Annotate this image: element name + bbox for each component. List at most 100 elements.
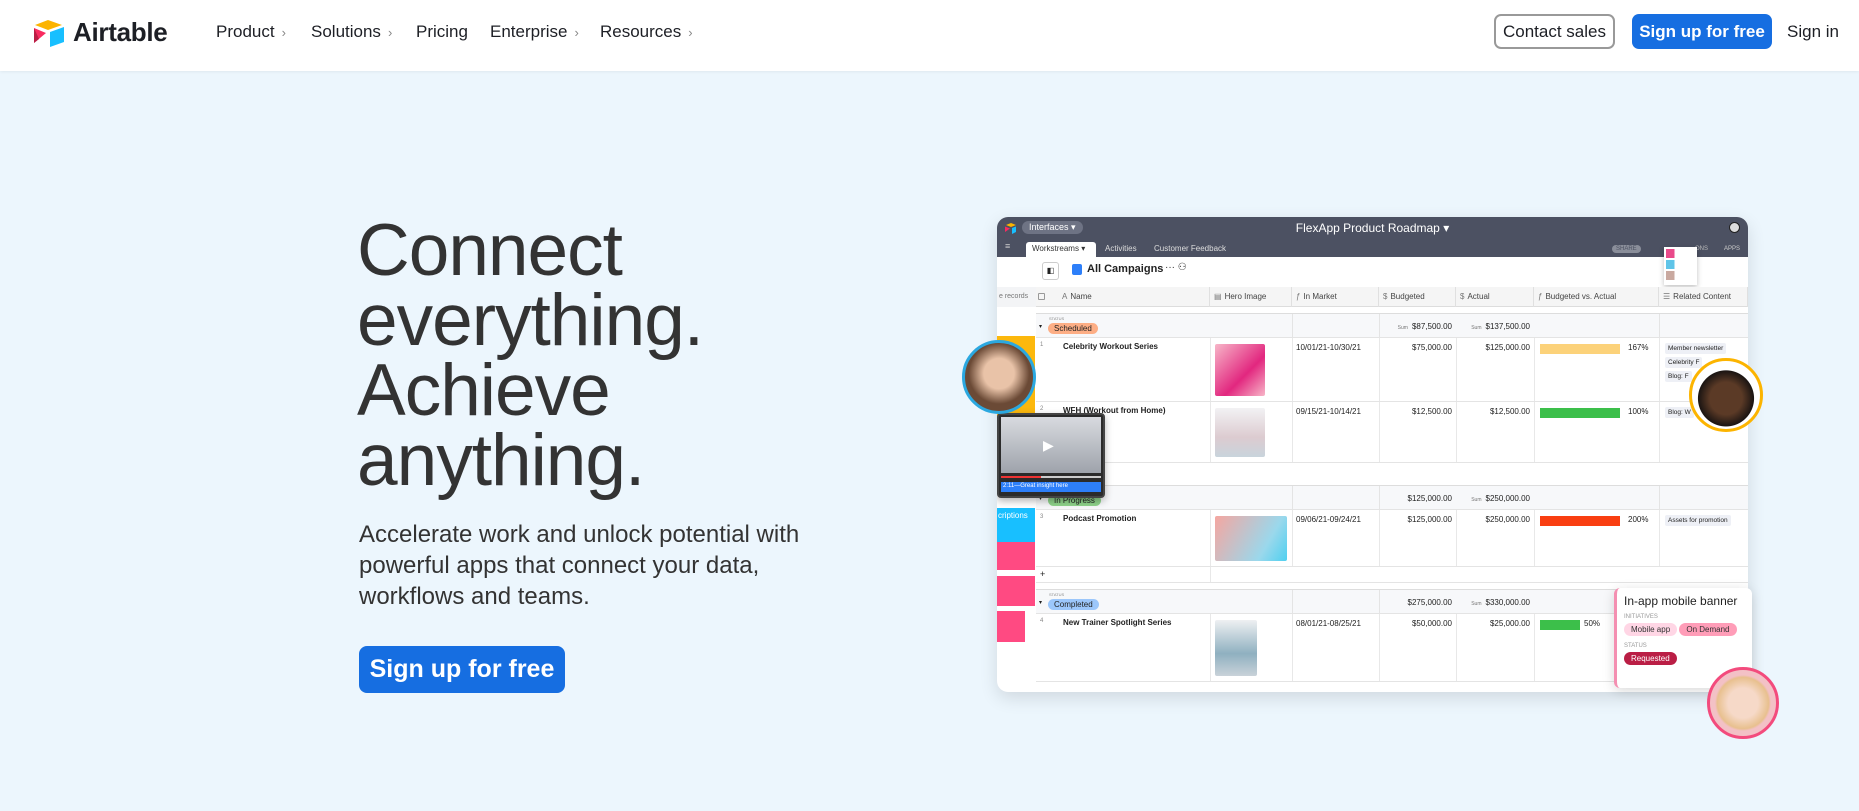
collapse-icon[interactable]: ▾ <box>1039 323 1042 330</box>
sum-label: Sum <box>1471 601 1482 607</box>
nav-label: Resources <box>600 22 682 41</box>
actual-value: $125,000.00 <box>1485 343 1531 352</box>
row-number: 4 <box>1040 618 1044 624</box>
hero-image-thumbnail[interactable] <box>1215 516 1287 561</box>
cell-divider <box>1292 510 1293 566</box>
video-progress[interactable] <box>1001 476 1101 478</box>
nav-resources[interactable]: Resources › <box>600 22 693 42</box>
in-market-value: 09/06/21-09/24/21 <box>1296 515 1361 524</box>
nav-enterprise[interactable]: Enterprise › <box>490 22 579 42</box>
video-popup[interactable]: ▶ 2:11—Great insight here <box>997 413 1105 498</box>
budget-progress-bar <box>1540 516 1620 526</box>
hero-image-thumbnail[interactable] <box>1215 408 1265 457</box>
select-all-checkbox[interactable] <box>1038 293 1045 300</box>
group-header[interactable]: ▾STATUSIn Progress$125,000.00Sum$250,000… <box>1036 485 1748 510</box>
headline-line: everything. <box>357 280 704 361</box>
budget-progress-bar <box>1540 344 1620 354</box>
initiative-tag: Mobile app <box>1624 623 1678 636</box>
table-row[interactable]: 2 WFH (Workout from Home) 09/15/21-10/14/2… <box>1036 402 1748 463</box>
budgeted-value: $125,000.00 <box>1407 515 1453 524</box>
nav-label: Solutions <box>311 22 381 41</box>
sum-value: $137,500.00 <box>1485 322 1531 331</box>
contact-sales-button[interactable]: Contact sales <box>1494 14 1615 49</box>
column-label: Budgeted vs. Actual <box>1545 292 1617 301</box>
related-content-tag[interactable]: Assets for promotion <box>1665 515 1731 526</box>
status-badge: Scheduled <box>1048 323 1098 334</box>
column-header-budgeted[interactable]: $ Budgeted <box>1379 287 1456 307</box>
hero-image-thumbnail[interactable] <box>1215 620 1257 676</box>
column-header-budgeted-vs-actual[interactable]: ƒ Budgeted vs. Actual <box>1534 287 1659 307</box>
record-name[interactable]: Celebrity Workout Series <box>1063 342 1158 351</box>
in-market-value: 08/01/21-08/25/21 <box>1296 619 1361 628</box>
brand-name: Airtable <box>73 17 168 47</box>
add-icon[interactable]: + <box>1040 569 1045 579</box>
column-header-hero-image[interactable]: ▤ Hero Image <box>1210 287 1292 307</box>
table-row[interactable]: 3 Podcast Promotion 09/06/21-09/24/21 $125,… <box>1036 510 1748 567</box>
formula-icon: ƒ <box>1296 292 1301 301</box>
chevron-right-icon: › <box>387 24 393 40</box>
budget-sum: $275,000.00 <box>1379 598 1453 607</box>
add-record-row[interactable]: + <box>1036 567 1748 583</box>
chevron-right-icon: › <box>688 24 693 40</box>
cell-divider <box>1210 567 1211 582</box>
sum-value: $330,000.00 <box>1485 598 1531 607</box>
column-label: In Market <box>1303 292 1337 301</box>
text-icon: A <box>1062 292 1068 301</box>
status-badge: Completed <box>1048 599 1099 610</box>
hero-signup-button[interactable]: Sign up for free <box>359 646 565 693</box>
nav-signup-button[interactable]: Sign up for free <box>1632 14 1772 49</box>
related-content-tag[interactable]: Blog: F <box>1665 371 1692 382</box>
table-row[interactable]: 1 Celebrity Workout Series 10/01/21-10/30/… <box>1036 338 1748 402</box>
record-name[interactable]: Podcast Promotion <box>1063 514 1136 523</box>
record-name[interactable]: New Trainer Spotlight Series <box>1063 618 1171 627</box>
column-label: Hero Image <box>1224 292 1267 301</box>
top-nav: Airtable Product › Solutions › Pricing Ent… <box>0 0 1859 71</box>
column-header-actual[interactable]: $ Actual <box>1456 287 1534 307</box>
row-number: 2 <box>1040 406 1044 412</box>
cell-divider <box>1292 338 1293 401</box>
actual-sum: Sum $330,000.00 <box>1456 598 1530 607</box>
nav-product[interactable]: Product › <box>216 22 286 42</box>
column-label: Name <box>1070 292 1092 301</box>
actual-value: $12,500.00 <box>1489 407 1530 416</box>
column-header-in-market[interactable]: ƒ In Market <box>1292 287 1379 307</box>
sum-value: $275,000.00 <box>1407 598 1453 607</box>
nav-solutions[interactable]: Solutions › <box>311 22 392 42</box>
column-header-name[interactable]: A Name <box>1058 287 1210 307</box>
related-content-tag[interactable]: Blog: W <box>1665 407 1694 418</box>
collapse-icon[interactable]: ▾ <box>1039 599 1042 606</box>
related-content-tag[interactable]: Member newsletter <box>1665 343 1727 354</box>
play-icon[interactable]: ▶ <box>1043 437 1054 454</box>
headline-line: anything. <box>357 420 645 501</box>
cell-divider <box>1659 510 1660 566</box>
cell-divider <box>1210 510 1211 566</box>
cell-divider <box>1659 338 1660 401</box>
column-label: Related Content <box>1673 292 1731 301</box>
cell-divider <box>1210 402 1211 462</box>
related-content-tag[interactable]: Celebrity F <box>1665 357 1703 368</box>
currency-icon: $ <box>1460 292 1465 301</box>
popup-title: In-app mobile banner <box>1624 594 1738 608</box>
budget-percent: 167% <box>1628 343 1649 352</box>
currency-icon: $ <box>1383 292 1388 301</box>
in-market-value: 10/01/21-10/30/21 <box>1296 343 1361 352</box>
cell-divider <box>1292 402 1293 462</box>
cell-divider <box>1292 314 1293 337</box>
in-market-value: 09/15/21-10/14/21 <box>1296 407 1361 416</box>
budget-sum: Sum $87,500.00 <box>1379 322 1452 331</box>
cell-divider <box>1292 590 1293 613</box>
initiative-tag: On Demand <box>1679 623 1737 636</box>
cell-divider <box>1659 314 1660 337</box>
actual-sum: Sum $137,500.00 <box>1456 322 1530 331</box>
actual-value: $250,000.00 <box>1485 515 1531 524</box>
row-number: 1 <box>1040 342 1044 348</box>
formula-icon: ƒ <box>1538 292 1543 301</box>
cell-divider <box>1534 614 1535 681</box>
column-header-related-content[interactable]: ☰ Related Content <box>1659 287 1748 307</box>
signin-link[interactable]: Sign in <box>1787 22 1839 42</box>
group-header[interactable]: ▾ STATUS Scheduled Sum $87,500.00 Sum $137,500… <box>1036 313 1748 338</box>
hero-image-thumbnail[interactable] <box>1215 344 1265 396</box>
airtable-logo[interactable]: Airtable <box>33 17 168 48</box>
status-label: STATUS <box>1624 643 1647 649</box>
nav-pricing[interactable]: Pricing <box>416 22 468 42</box>
